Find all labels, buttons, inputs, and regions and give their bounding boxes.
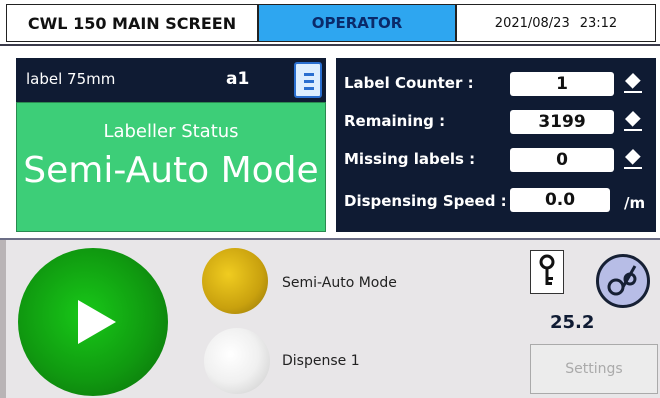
play-icon (78, 300, 116, 344)
date-text: 2021/08/23 (494, 15, 570, 31)
speed-unit: /m (624, 194, 646, 212)
user-level-button[interactable]: OPERATOR (258, 4, 456, 42)
dispense-indicator-text: Dispense 1 (282, 353, 360, 369)
control-panel: Semi-Auto Mode Dispense 1 25.2 Settings (0, 240, 660, 398)
eraser-icon[interactable] (622, 110, 644, 132)
label-counter-label: Label Counter : (344, 74, 474, 92)
spool-button[interactable] (596, 254, 650, 308)
label-info-bar: label 75mm a1 (16, 58, 326, 102)
time-text: 23:12 (579, 15, 618, 31)
header-bar: CWL 150 MAIN SCREEN OPERATOR 2021/08/23 … (0, 0, 660, 46)
clipboard-icon[interactable] (294, 62, 322, 98)
start-button[interactable] (18, 248, 168, 396)
eraser-icon[interactable] (622, 72, 644, 94)
dispensing-speed-label: Dispensing Speed : (344, 192, 507, 210)
label-code: a1 (226, 69, 250, 89)
datetime-display: 2021/08/23 23:12 (456, 4, 656, 42)
line-speed-value: 25.2 (550, 312, 595, 333)
labeller-status-panel: Labeller Status Semi-Auto Mode (16, 102, 326, 232)
label-name: label 75mm (26, 70, 116, 88)
status-mode: Semi-Auto Mode (23, 150, 319, 191)
key-icon (539, 254, 555, 285)
dispense-indicator-lamp (204, 328, 270, 394)
top-panel: label 75mm a1 Labeller Status Semi-Auto … (0, 46, 660, 238)
remaining-label: Remaining : (344, 112, 446, 130)
status-heading: Labeller Status (103, 121, 239, 142)
mode-indicator-lamp (202, 248, 268, 314)
remaining-value: 3199 (510, 110, 614, 134)
counter-panel: Label Counter : 1 Remaining : 3199 Missi… (336, 58, 656, 232)
mode-indicator-text: Semi-Auto Mode (282, 275, 397, 291)
label-roll-icon (607, 265, 637, 296)
left-edge (0, 240, 6, 398)
eraser-icon[interactable] (622, 148, 644, 170)
screen-title: CWL 150 MAIN SCREEN (6, 4, 258, 42)
settings-button[interactable]: Settings (530, 344, 658, 394)
label-counter-value: 1 (510, 72, 614, 96)
missing-labels-label: Missing labels : (344, 150, 476, 168)
key-button[interactable] (530, 250, 564, 294)
missing-labels-value: 0 (510, 148, 614, 172)
dispensing-speed-value: 0.0 (510, 188, 610, 212)
